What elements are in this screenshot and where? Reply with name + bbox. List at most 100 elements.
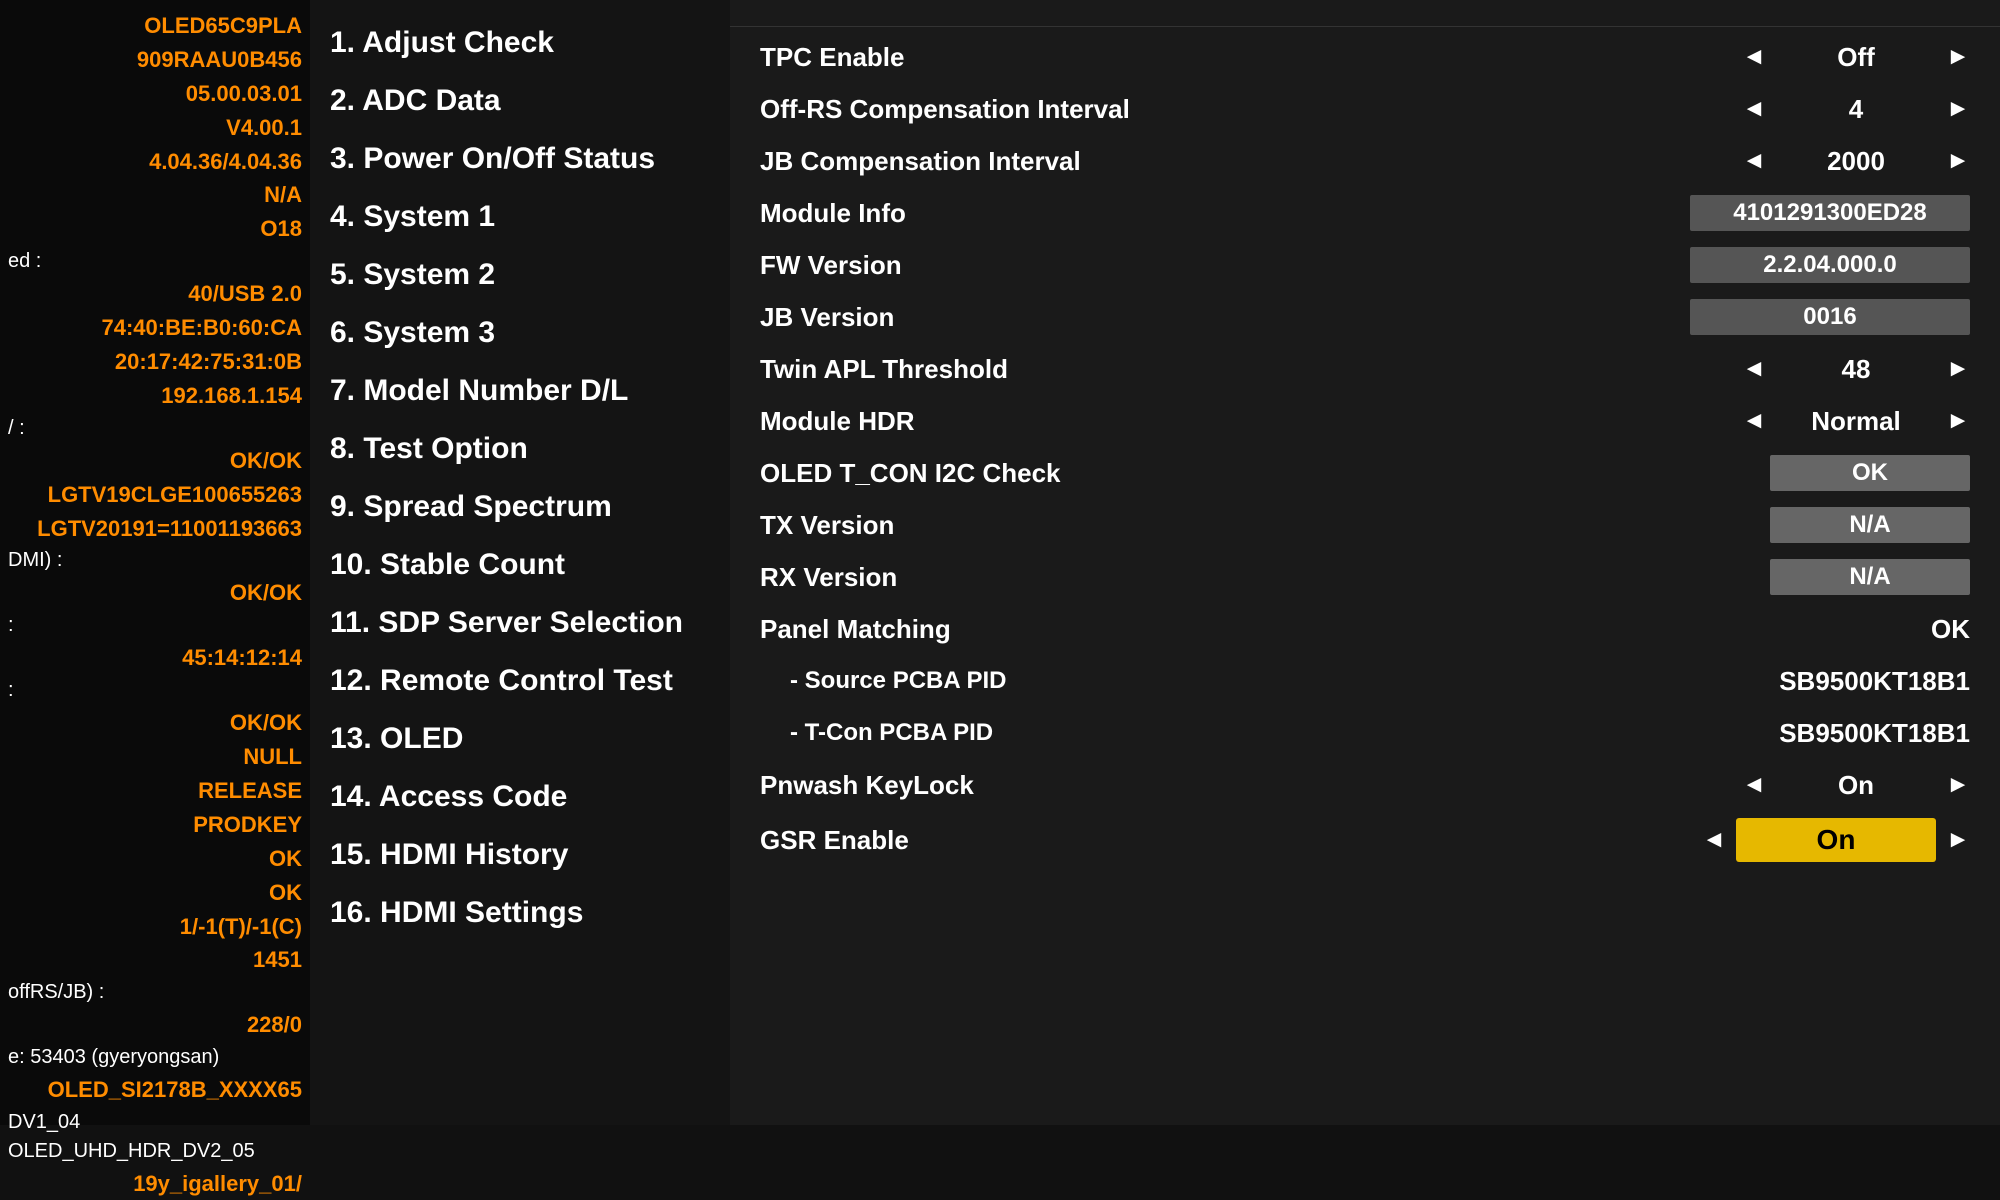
left-info-panel: OLED65C9PLA909RAAU0B45605.00.03.01V4.00.… [0,0,310,1125]
info-line: / : [8,414,302,443]
info-line: 74:40:BE:B0:60:CA [8,312,302,344]
menu-item[interactable]: 5. System 2 [330,248,710,302]
setting-label: - Source PCBA PID [760,667,1280,695]
info-line: RELEASE [8,775,302,807]
menu-item[interactable]: 6. System 3 [330,306,710,360]
setting-value-highlighted: On [1736,818,1936,862]
right-arrow-icon[interactable]: ► [1946,147,1970,175]
info-line: 4.04.36/4.04.36 [8,146,302,178]
setting-value-area: ◄ On ► [1280,818,1970,862]
setting-label: Panel Matching [760,614,1280,645]
info-line: 192.168.1.154 [8,380,302,412]
setting-value-ok-box: N/A [1770,559,1970,595]
info-line: 40/USB 2.0 [8,278,302,310]
menu-item[interactable]: 4. System 1 [330,190,710,244]
setting-label: Pnwash KeyLock [760,770,1280,801]
info-line: OLED65C9PLA [8,10,302,42]
right-settings-panel: TPC Enable◄Off►Off-RS Compensation Inter… [730,0,2000,1125]
setting-value-area: ◄ On ► [1280,770,1970,801]
setting-value-plain: SB9500KT18B1 [1779,718,1970,749]
setting-row: FW Version2.2.04.000.0 [730,239,2000,291]
setting-value: On [1776,770,1936,801]
setting-value-area: N/A [1280,559,1970,595]
menu-item[interactable]: 10. Stable Count [330,538,710,592]
setting-value: 2000 [1776,146,1936,177]
setting-value-area: 2.2.04.000.0 [1280,247,1970,283]
setting-value-area: SB9500KT18B1 [1280,718,1970,749]
setting-value-area: ◄Off► [1280,42,1970,73]
setting-row: JB Version0016 [730,291,2000,343]
setting-value-area: ◄ 2000 ► [1280,146,1970,177]
info-line: 1/-1(T)/-1(C) [8,911,302,943]
setting-value: 48 [1776,354,1936,385]
setting-value-box: 4101291300ED28 [1690,195,1970,231]
menu-item[interactable]: 3. Power On/Off Status [330,132,710,186]
setting-row: Panel Matching OK [730,603,2000,655]
setting-label: - T-Con PCBA PID [760,719,1280,747]
setting-label: Module HDR [760,406,1280,437]
setting-label: RX Version [760,562,1280,593]
setting-label: GSR Enable [760,825,1280,856]
menu-item[interactable]: 14. Access Code [330,770,710,824]
setting-value-area: 4101291300ED28 [1280,195,1970,231]
setting-value-ok-box: OK [1770,455,1970,491]
menu-item[interactable]: 13. OLED [330,712,710,766]
right-arrow-icon[interactable]: ► [1946,407,1970,435]
left-arrow-icon[interactable]: ◄ [1742,355,1766,383]
setting-row: Module Info 4101291300ED28 [730,187,2000,239]
menu-item[interactable]: 9. Spread Spectrum [330,480,710,534]
setting-label: TPC Enable [760,42,1280,73]
info-line: 05.00.03.01 [8,78,302,110]
setting-label: OLED T_CON I2C Check [760,458,1280,489]
info-line: DV1_04 OLED_UHD_HDR_DV2_05 [8,1108,302,1166]
info-line: LGTV20191=11001193663 [8,513,302,545]
menu-item[interactable]: 15. HDMI History [330,828,710,882]
info-line: OLED_SI2178B_XXXX65 [8,1074,302,1106]
right-arrow-icon[interactable]: ► [1946,355,1970,383]
setting-value-plain: SB9500KT18B1 [1779,666,1970,697]
left-arrow-icon[interactable]: ◄ [1742,407,1766,435]
menu-item[interactable]: 11. SDP Server Selection [330,596,710,650]
setting-label: Module Info [760,198,1280,229]
left-arrow-icon[interactable]: ◄ [1742,95,1766,123]
setting-value-area: OK [1280,455,1970,491]
menu-item[interactable]: 7. Model Number D/L [330,364,710,418]
info-line: OK/OK [8,577,302,609]
right-arrow-icon[interactable]: ► [1946,43,1970,71]
info-line: NULL [8,741,302,773]
menu-item[interactable]: 16. HDMI Settings [330,886,710,940]
info-line: OK/OK [8,445,302,477]
setting-row: Module HDR◄Normal► [730,395,2000,447]
setting-value-area: OK [1280,614,1970,645]
left-arrow-icon[interactable]: ◄ [1742,147,1766,175]
right-arrow-icon[interactable]: ► [1946,826,1970,854]
setting-row: JB Compensation Interval◄2000► [730,135,2000,187]
left-arrow-icon[interactable]: ◄ [1702,826,1726,854]
setting-label: TX Version [760,510,1280,541]
setting-row: OLED T_CON I2C Check OK [730,447,2000,499]
info-line: 909RAAU0B456 [8,44,302,76]
right-arrow-icon[interactable]: ► [1946,771,1970,799]
right-arrow-icon[interactable]: ► [1946,95,1970,123]
left-arrow-icon[interactable]: ◄ [1742,43,1766,71]
left-arrow-icon[interactable]: ◄ [1742,771,1766,799]
setting-row: RX Version N/A [730,551,2000,603]
setting-value-plain: OK [1931,614,1970,645]
info-line: DMI) : [8,546,302,575]
info-line: 19y_igallery_01/ [8,1168,302,1200]
menu-item[interactable]: 2. ADC Data [330,74,710,128]
info-line: : [8,611,302,640]
menu-item[interactable]: 12. Remote Control Test [330,654,710,708]
setting-row: - T-Con PCBA PID SB9500KT18B1 [730,707,2000,759]
setting-value-box: 0016 [1690,299,1970,335]
info-line: OK [8,843,302,875]
info-line: N/A [8,179,302,211]
setting-value-area: ◄ 48 ► [1280,354,1970,385]
info-line: 1451 [8,944,302,976]
info-line: O18 [8,213,302,245]
panel-title [730,10,2000,27]
setting-row: Pnwash KeyLock ◄ On ► [730,759,2000,811]
menu-item[interactable]: 1. Adjust Check [330,16,710,70]
middle-menu-panel: 1. Adjust Check2. ADC Data3. Power On/Of… [310,0,730,1125]
menu-item[interactable]: 8. Test Option [330,422,710,476]
